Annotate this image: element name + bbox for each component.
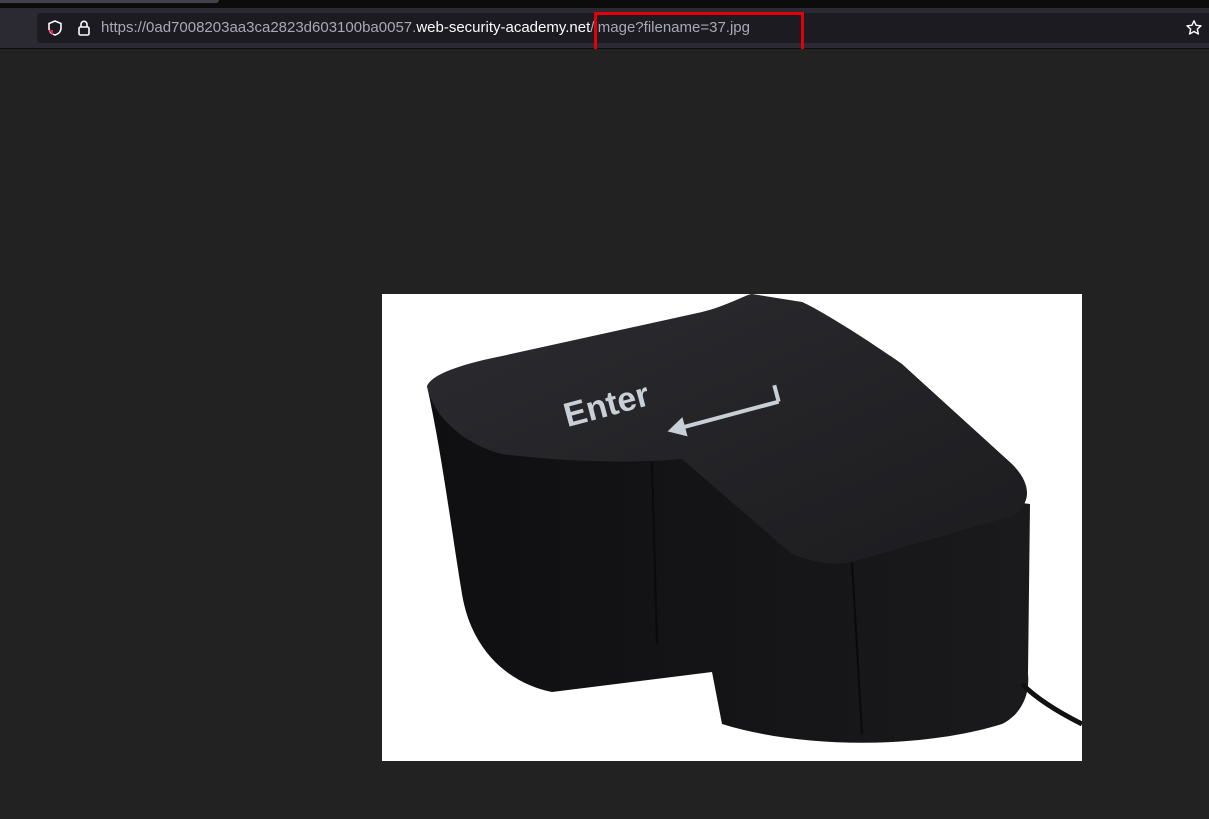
url-prefix: https://0ad7008203aa3ca2823d603100ba0057…	[101, 19, 417, 36]
star-icon[interactable]	[1179, 13, 1209, 43]
product-image: Enter	[382, 294, 1082, 761]
url-path: /image?filename=37.jpg	[590, 19, 750, 36]
page-content: Enter	[0, 49, 1209, 819]
shield-icon[interactable]	[40, 13, 70, 43]
active-tab-edge[interactable]	[0, 0, 219, 3]
url-bar[interactable]: https://0ad7008203aa3ca2823d603100ba0057…	[37, 13, 1209, 43]
lock-icon[interactable]	[69, 13, 99, 43]
enter-key-cushion-illustration: Enter	[427, 294, 1082, 743]
url-text[interactable]: https://0ad7008203aa3ca2823d603100ba0057…	[101, 13, 750, 43]
browser-toolbar: https://0ad7008203aa3ca2823d603100ba0057…	[0, 8, 1209, 58]
tab-strip	[0, 0, 1209, 8]
url-domain: web-security-academy.net	[416, 19, 591, 36]
